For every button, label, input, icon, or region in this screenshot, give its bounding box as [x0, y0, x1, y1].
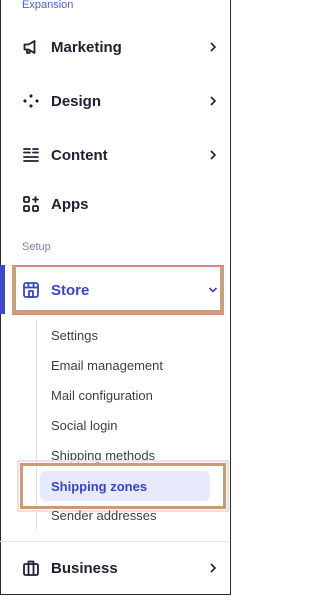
submenu-item-mail-configuration[interactable]: Mail configuration [51, 386, 153, 406]
chevron-right-icon [208, 563, 218, 573]
annotation-box [12, 266, 16, 314]
sidebar-item-design[interactable]: Design [22, 86, 218, 116]
megaphone-icon [22, 38, 40, 56]
sidebar-item-label: Business [51, 559, 118, 577]
submenu-item-social-login[interactable]: Social login [51, 416, 118, 436]
annotation-box [20, 463, 226, 509]
chevron-right-icon [208, 150, 218, 160]
briefcase-icon [22, 559, 40, 577]
sidebar-item-business[interactable]: Business [22, 553, 218, 583]
storefront-icon [22, 281, 40, 299]
apps-grid-icon [22, 195, 40, 213]
sidebar-item-content[interactable]: Content [22, 140, 218, 170]
sidebar-item-apps[interactable]: Apps [22, 189, 218, 219]
section-label-expansion: Expansion [22, 0, 74, 11]
submenu-item-settings[interactable]: Settings [51, 326, 98, 346]
sidebar-item-label: Apps [51, 195, 89, 213]
chevron-right-icon [208, 96, 218, 106]
divider [0, 541, 229, 542]
submenu-item-email-management[interactable]: Email management [51, 356, 163, 376]
section-label-setup: Setup [22, 241, 51, 253]
annotation-box [220, 266, 224, 314]
chevron-right-icon [208, 42, 218, 52]
sidebar-item-store[interactable]: Store [22, 275, 218, 305]
chevron-down-icon [208, 285, 218, 295]
sidebar-item-marketing[interactable]: Marketing [22, 32, 218, 62]
submenu-item-sender-addresses[interactable]: Sender addresses [51, 506, 157, 526]
annotation-box [14, 310, 224, 314]
sidebar-item-label: Marketing [51, 38, 122, 56]
list-text-icon [22, 146, 40, 164]
sidebar-item-label: Store [51, 281, 90, 299]
sidebar-item-label: Design [51, 92, 102, 110]
sidebar-item-label: Content [51, 146, 108, 164]
sparkle-dots-icon [22, 92, 40, 110]
active-indicator [0, 265, 5, 314]
